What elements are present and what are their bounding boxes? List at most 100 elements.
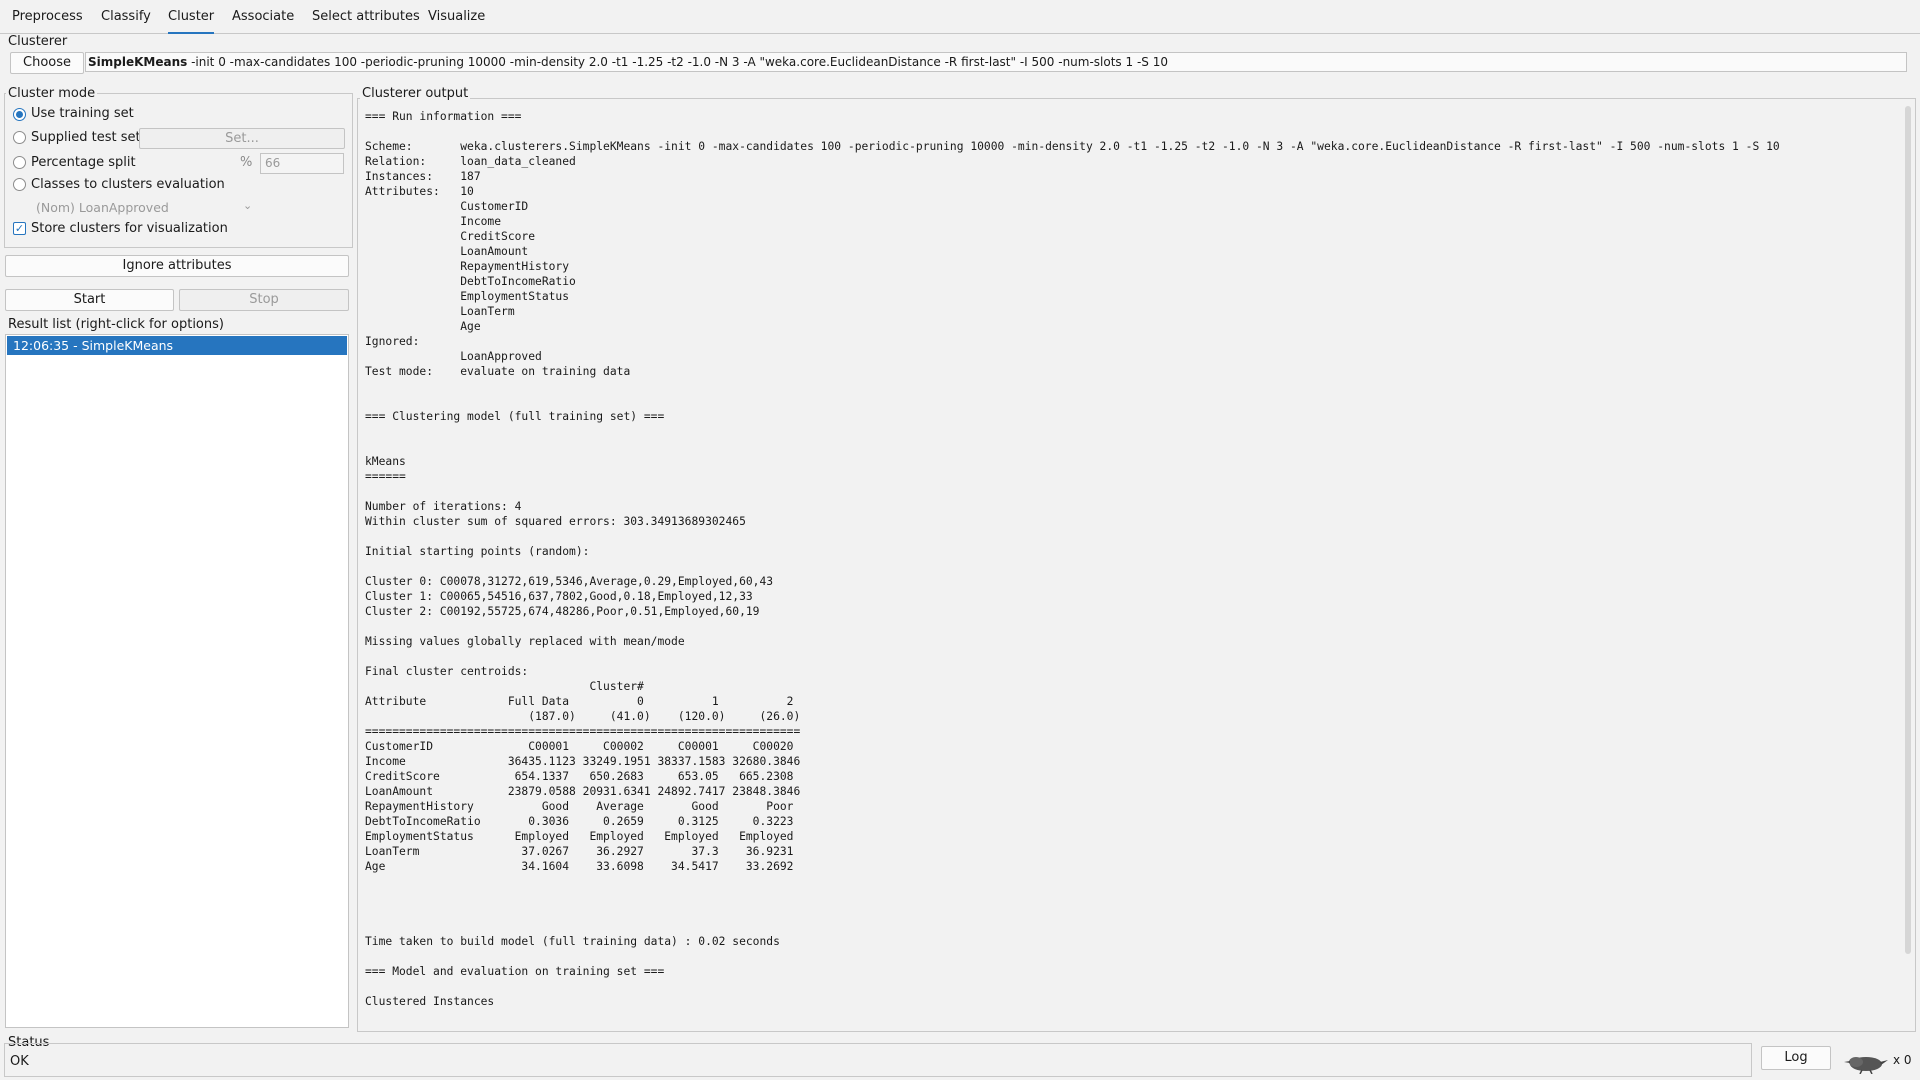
output-line: Attributes: 10 bbox=[365, 185, 474, 198]
tab-classify[interactable]: Classify bbox=[101, 8, 151, 32]
tab-preprocess[interactable]: Preprocess bbox=[12, 8, 83, 32]
output-line: Clustered Instances bbox=[365, 995, 495, 1008]
output-line: Cluster 0: C00078,31272,619,5346,Average… bbox=[365, 575, 774, 588]
output-line: EmploymentStatus Employed Employed Emplo… bbox=[365, 830, 794, 843]
tab-cluster[interactable]: Cluster bbox=[168, 8, 215, 34]
status-bar bbox=[4, 1043, 1752, 1077]
choose-button[interactable]: Choose bbox=[10, 52, 84, 74]
scheme-name: SimpleKMeans bbox=[88, 55, 188, 69]
output-line: CreditScore 654.1337 650.2683 653.05 665… bbox=[365, 770, 794, 783]
output-line: Income bbox=[365, 215, 502, 228]
output-line: Attribute Full Data 0 1 2 bbox=[365, 695, 794, 708]
output-line: Time taken to build model (full training… bbox=[365, 935, 780, 948]
output-line: === Run information === bbox=[365, 110, 522, 123]
result-list-title: Result list (right-click for options) bbox=[6, 317, 226, 332]
output-line: Number of iterations: 4 bbox=[365, 500, 522, 513]
percentage-split-label: Percentage split bbox=[31, 155, 136, 170]
output-line: CreditScore bbox=[365, 230, 536, 243]
output-line: Income 36435.1123 33249.1951 38337.1583 … bbox=[365, 755, 801, 768]
output-line: LoanAmount 23879.0588 20931.6341 24892.7… bbox=[365, 785, 801, 798]
clusterer-title: Clusterer bbox=[8, 34, 68, 49]
output-line: RepaymentHistory bbox=[365, 260, 570, 273]
output-line: Cluster 1: C00065,54516,637,7802,Good,0.… bbox=[365, 590, 753, 603]
output-line: ========================================… bbox=[365, 725, 801, 738]
output-scrollbar[interactable] bbox=[1905, 106, 1911, 954]
output-line: ====== bbox=[365, 470, 406, 483]
output-line: LoanApproved bbox=[365, 350, 542, 363]
output-line: Relation: loan_data_cleaned bbox=[365, 155, 576, 168]
percent-input[interactable]: 66 bbox=[260, 153, 344, 174]
clusterer-output-text[interactable]: === Run information === Scheme: weka.clu… bbox=[360, 104, 1903, 1024]
store-clusters-checkbox[interactable]: ✓ bbox=[13, 222, 26, 235]
classes-to-clusters-radio[interactable] bbox=[13, 178, 26, 191]
status-text: OK bbox=[10, 1054, 29, 1069]
output-line: EmploymentStatus bbox=[365, 290, 570, 303]
output-line: === Clustering model (full training set)… bbox=[365, 410, 665, 423]
log-button[interactable]: Log bbox=[1761, 1046, 1831, 1070]
output-line: Initial starting points (random): bbox=[365, 545, 590, 558]
output-line: LoanAmount bbox=[365, 245, 529, 258]
output-line: Cluster# bbox=[365, 680, 644, 693]
output-line: Missing values globally replaced with me… bbox=[365, 635, 685, 648]
tab-visualize[interactable]: Visualize bbox=[428, 8, 485, 32]
clusterer-scheme-field[interactable]: SimpleKMeans -init 0 -max-candidates 100… bbox=[85, 52, 1907, 72]
supplied-test-set-label: Supplied test set bbox=[31, 130, 141, 145]
output-line: Test mode: evaluate on training data bbox=[365, 365, 631, 378]
percent-symbol: % bbox=[240, 155, 253, 170]
chevron-down-icon[interactable]: ⌄ bbox=[243, 198, 252, 214]
output-line: LoanTerm 37.0267 36.2927 37.3 36.9231 bbox=[365, 845, 794, 858]
output-line: DebtToIncomeRatio 0.3036 0.2659 0.3125 0… bbox=[365, 815, 794, 828]
class-attribute-select[interactable]: (Nom) LoanApproved bbox=[36, 200, 169, 216]
result-list[interactable]: 12:06:35 - SimpleKMeans bbox=[5, 334, 349, 1028]
use-training-set-radio[interactable] bbox=[13, 108, 26, 121]
use-training-set-label: Use training set bbox=[31, 106, 134, 121]
task-count: x 0 bbox=[1893, 1053, 1912, 1067]
output-line: Within cluster sum of squared errors: 30… bbox=[365, 515, 746, 528]
set-button[interactable]: Set... bbox=[139, 128, 345, 149]
output-line: Ignored: bbox=[365, 335, 420, 348]
output-line: Age bbox=[365, 320, 481, 333]
store-clusters-label: Store clusters for visualization bbox=[31, 221, 228, 236]
output-line: Cluster 2: C00192,55725,674,48286,Poor,0… bbox=[365, 605, 760, 618]
supplied-test-set-radio[interactable] bbox=[13, 131, 26, 144]
output-line: Final cluster centroids: bbox=[365, 665, 529, 678]
output-line: CustomerID bbox=[365, 200, 529, 213]
classes-to-clusters-label: Classes to clusters evaluation bbox=[31, 177, 225, 192]
result-list-item[interactable]: 12:06:35 - SimpleKMeans bbox=[7, 336, 347, 355]
output-line: (187.0) (41.0) (120.0) (26.0) bbox=[365, 710, 801, 723]
output-line: DebtToIncomeRatio bbox=[365, 275, 576, 288]
output-line: RepaymentHistory Good Average Good Poor bbox=[365, 800, 794, 813]
output-line: LoanTerm bbox=[365, 305, 515, 318]
output-line: kMeans bbox=[365, 455, 406, 468]
output-line: Instances: 187 bbox=[365, 170, 481, 183]
percentage-split-radio[interactable] bbox=[13, 156, 26, 169]
cluster-mode-title: Cluster mode bbox=[6, 86, 98, 101]
start-button[interactable]: Start bbox=[5, 289, 174, 311]
output-line: Scheme: weka.clusterers.SimpleKMeans -in… bbox=[365, 140, 1780, 153]
stop-button[interactable]: Stop bbox=[179, 289, 349, 311]
output-line: Age 34.1604 33.6098 34.5417 33.2692 bbox=[365, 860, 794, 873]
output-line: CustomerID C00001 C00002 C00001 C00020 bbox=[365, 740, 794, 753]
tab-bar: Preprocess Classify Cluster Associate Se… bbox=[0, 0, 1920, 34]
scheme-args: -init 0 -max-candidates 100 -periodic-pr… bbox=[187, 55, 1168, 69]
ignore-attributes-button[interactable]: Ignore attributes bbox=[5, 255, 349, 277]
tab-associate[interactable]: Associate bbox=[232, 8, 294, 32]
clusterer-output-title: Clusterer output bbox=[360, 86, 471, 101]
tab-select-attributes[interactable]: Select attributes bbox=[312, 8, 420, 32]
weka-bird-icon[interactable] bbox=[1844, 1050, 1888, 1075]
